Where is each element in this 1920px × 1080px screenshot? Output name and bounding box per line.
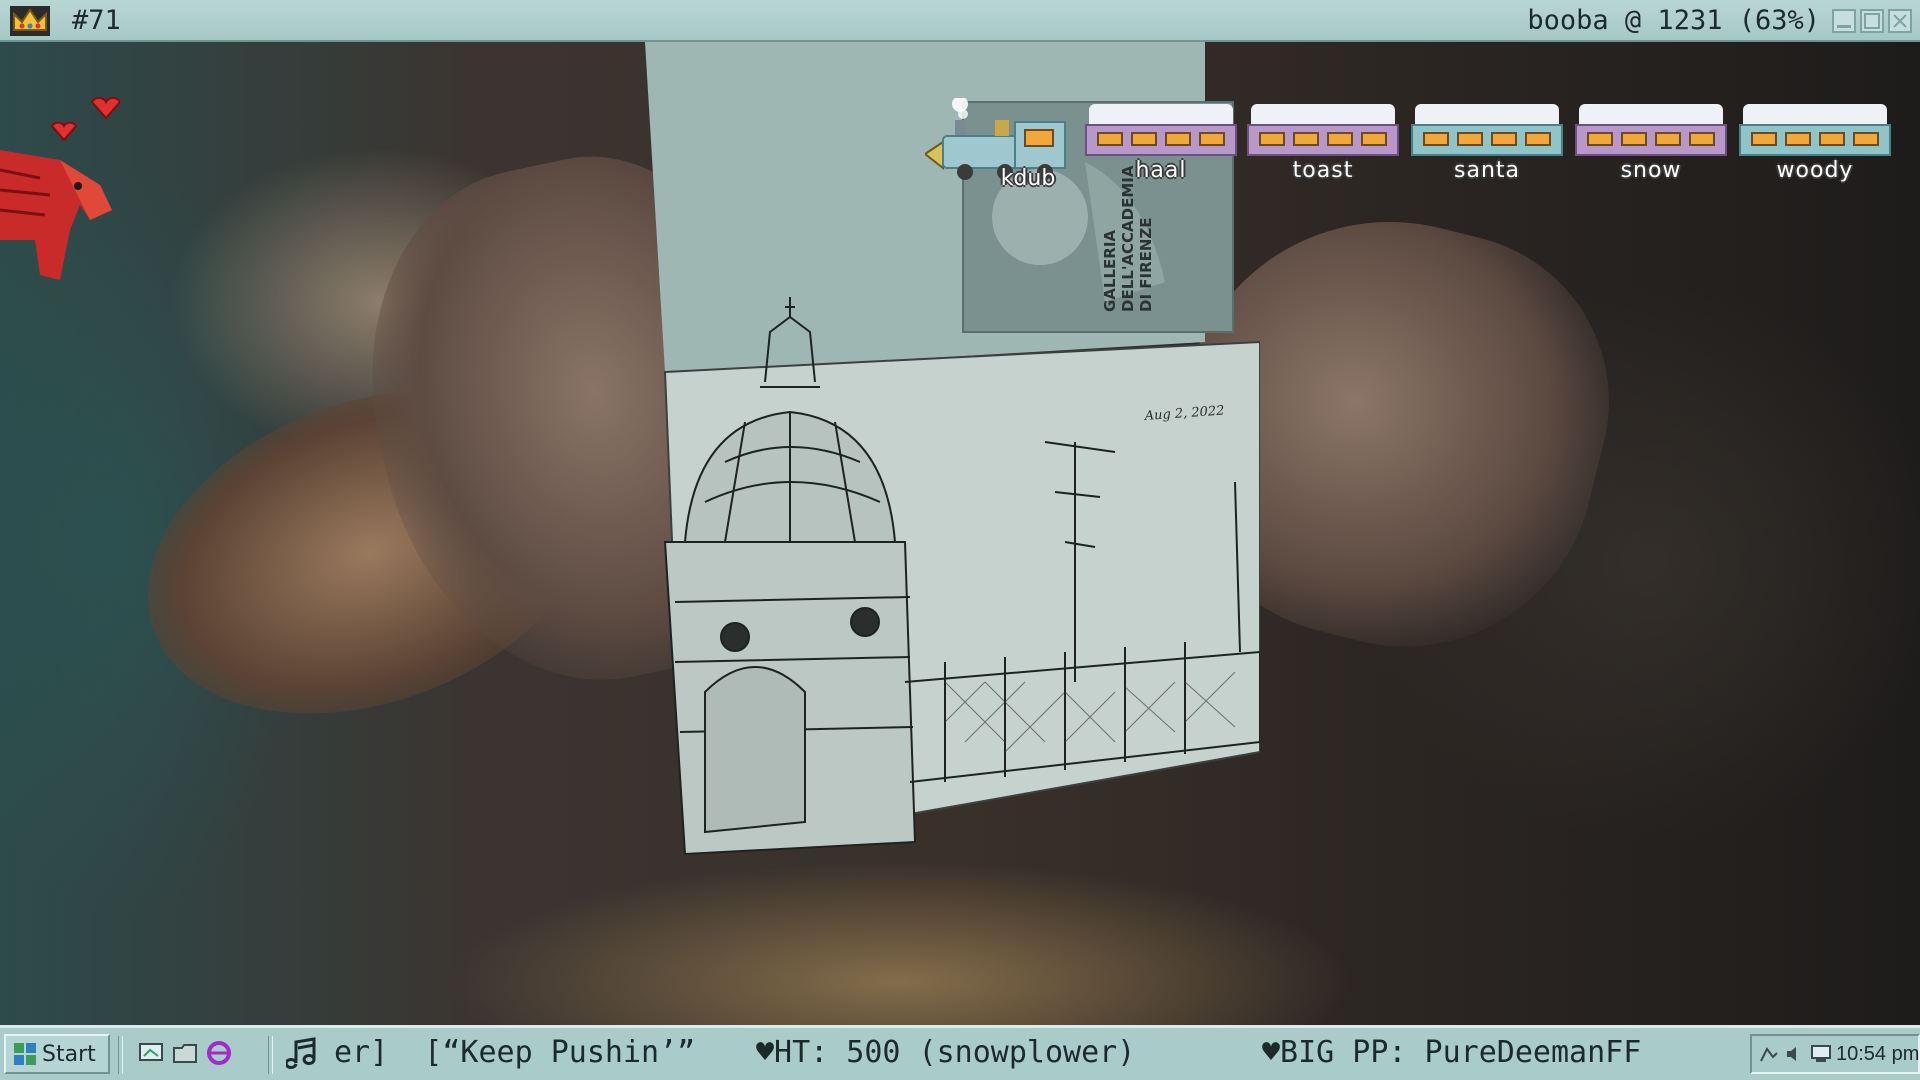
car-body	[1085, 124, 1237, 156]
hype-train: kdub haal toast santa snow woody	[925, 90, 1905, 200]
close-icon	[1893, 14, 1907, 28]
car-roof	[1251, 104, 1395, 126]
train-car: haal	[1085, 104, 1237, 183]
train-car: woody	[1739, 104, 1891, 183]
big-pp-status: ♥BIG PP: PureDeemanFF	[1262, 1035, 1642, 1070]
music-note-icon	[286, 1037, 316, 1069]
ticket-line-3: DI FIRENZE	[1137, 217, 1155, 312]
train-car-label: woody	[1776, 158, 1854, 183]
train-car-label: santa	[1454, 158, 1520, 183]
train-car-label: haal	[1135, 158, 1187, 183]
network-icon[interactable]	[1758, 1043, 1780, 1065]
train-car: santa	[1411, 104, 1563, 183]
train-engine-label: kdub	[1000, 166, 1056, 191]
train-car: snow	[1575, 104, 1727, 183]
window-counter: #71	[72, 5, 121, 36]
maximize-icon	[1864, 13, 1880, 29]
crown-icon	[10, 6, 50, 36]
browser-icon[interactable]	[206, 1040, 232, 1066]
close-button[interactable]	[1888, 9, 1912, 33]
red-dragon-icon	[0, 96, 120, 280]
taskbar-separator	[118, 1036, 123, 1074]
train-car-label: toast	[1292, 158, 1354, 183]
car-body	[1575, 124, 1727, 156]
window-title: booba @ 1231 (63%)	[1527, 5, 1820, 36]
now-playing-text: er] [“Keep Pushin’”	[334, 1035, 696, 1070]
system-tray: 10:54 pm	[1750, 1034, 1920, 1074]
maximize-button[interactable]	[1860, 9, 1884, 33]
car-roof	[1415, 104, 1559, 126]
video-feed: GALLERIA DELL'ACCADEMIA DI FIRENZE Aug 2…	[0, 42, 1920, 1025]
car-body	[1411, 124, 1563, 156]
desktop-icon[interactable]	[138, 1040, 164, 1066]
car-roof	[1579, 104, 1723, 126]
volume-icon[interactable]	[1784, 1043, 1806, 1065]
taskbar-clock: 10:54 pm	[1836, 1042, 1920, 1065]
ticket-line-1: GALLERIA	[1101, 230, 1119, 312]
minimize-icon	[1837, 25, 1851, 28]
train-car: toast	[1247, 104, 1399, 183]
taskbar: Start er] [“Keep Pushin’” ♥HT: 500 (snow…	[0, 1025, 1920, 1080]
car-roof	[1743, 104, 1887, 126]
car-body	[1247, 124, 1399, 156]
start-logo-icon	[14, 1043, 36, 1065]
minimize-button[interactable]	[1832, 9, 1856, 33]
computer-icon[interactable]	[1810, 1043, 1832, 1065]
hype-train-status: ♥HT: 500 (snowplower)	[756, 1035, 1136, 1070]
start-label: Start	[42, 1041, 96, 1067]
title-bar: #71 booba @ 1231 (63%)	[0, 0, 1920, 42]
taskbar-separator	[268, 1036, 273, 1074]
folder-icon[interactable]	[172, 1040, 198, 1066]
car-body	[1739, 124, 1891, 156]
start-button[interactable]: Start	[4, 1034, 110, 1074]
car-roof	[1089, 104, 1233, 126]
train-car-label: snow	[1620, 158, 1682, 183]
